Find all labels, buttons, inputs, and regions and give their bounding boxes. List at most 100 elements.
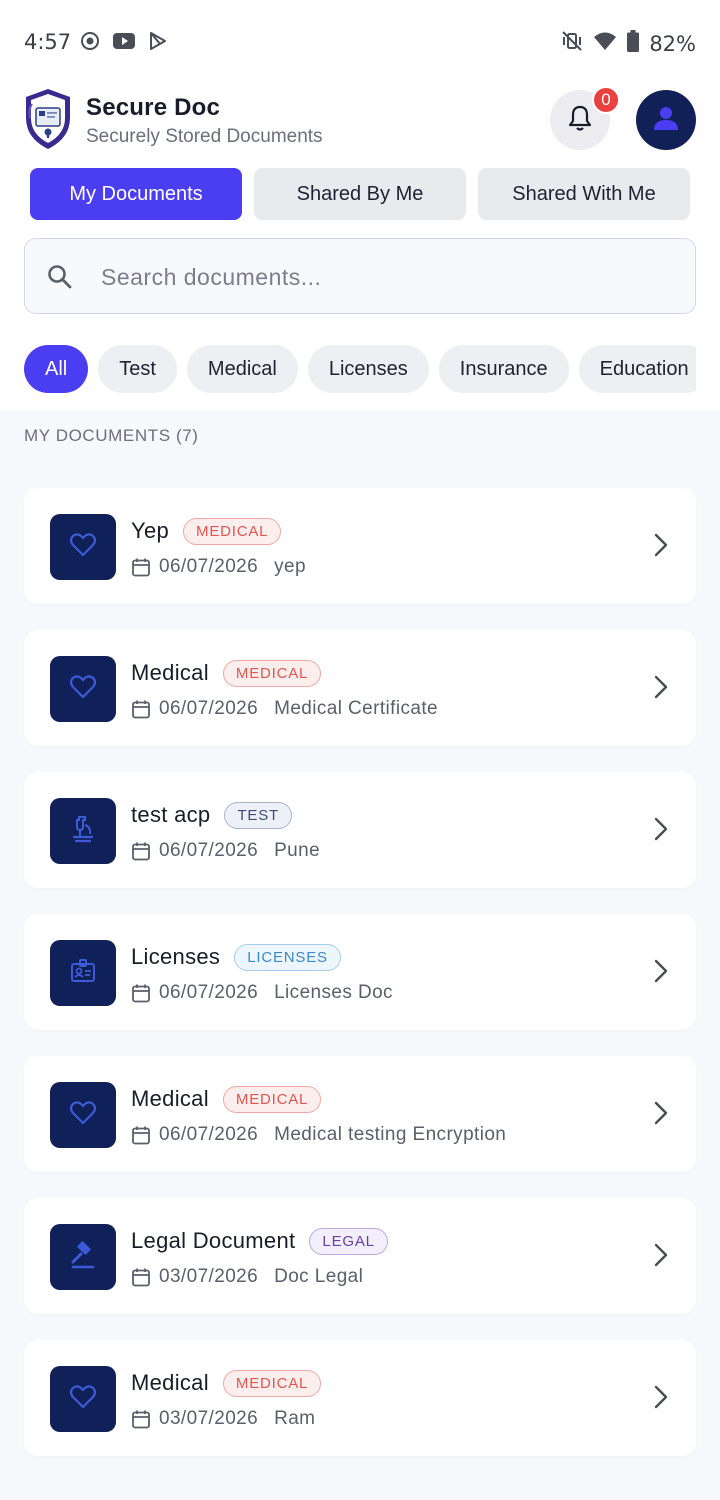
filter-chip-all[interactable]: All: [24, 345, 89, 393]
app-title: Secure Doc: [86, 94, 221, 121]
doc-description: Pune: [274, 840, 321, 861]
doc-title-row: test acp TEST: [131, 802, 292, 829]
doc-icon-tile: [50, 1366, 116, 1432]
doc-category-tag: MEDICAL: [183, 518, 282, 545]
doc-meta: 06/07/2026 Licenses Doc: [131, 982, 393, 1004]
chevron-right-icon: [654, 959, 668, 988]
doc-title-row: Licenses LICENSES: [131, 944, 341, 971]
section-title: MY DOCUMENTS (7): [24, 426, 199, 445]
app-subtitle: Securely Stored Documents: [86, 126, 323, 147]
doc-title-row: Medical MEDICAL: [131, 660, 322, 687]
doc-description: Medical Certificate: [274, 698, 438, 719]
filter-chip-medical[interactable]: Medical: [186, 345, 298, 393]
tab-my-documents[interactable]: My Documents: [30, 168, 242, 220]
doc-date: 03/07/2026: [159, 1266, 259, 1287]
doc-date: 06/07/2026: [159, 556, 259, 577]
calendar-icon: [131, 557, 151, 577]
document-card[interactable]: Legal Document LEGAL 03/07/2026 Doc Legal: [24, 1198, 696, 1314]
doc-icon-tile: [50, 1224, 116, 1290]
app-logo-shield-icon: [24, 88, 72, 150]
doc-category-tag: TEST: [224, 802, 292, 829]
doc-title: Medical: [131, 660, 209, 685]
doc-description: yep: [274, 556, 306, 577]
filter-chip-licenses[interactable]: Licenses: [307, 345, 429, 393]
doc-category-tag: LICENSES: [234, 944, 341, 971]
document-card[interactable]: Yep MEDICAL 06/07/2026 yep: [24, 488, 696, 604]
chevron-right-icon: [654, 675, 668, 704]
doc-date: 06/07/2026: [159, 698, 259, 719]
status-bar: 4:57 82%: [0, 0, 720, 86]
filter-chip-test[interactable]: Test: [98, 345, 177, 393]
doc-date: 06/07/2026: [159, 982, 259, 1003]
id-card-icon: [69, 958, 97, 989]
doc-title-row: Medical MEDICAL: [131, 1370, 322, 1397]
doc-title: Legal Document: [131, 1228, 296, 1253]
search-box: [24, 238, 696, 314]
doc-category-tag: LEGAL: [309, 1228, 388, 1255]
doc-description: Ram: [274, 1408, 316, 1429]
doc-title-row: Yep MEDICAL: [131, 518, 282, 545]
doc-category-tag: MEDICAL: [222, 1086, 322, 1113]
user-icon: [652, 104, 680, 137]
calendar-icon: [131, 699, 151, 719]
filter-chip-insurance[interactable]: Insurance: [438, 345, 569, 393]
battery-icon: [627, 30, 640, 57]
doc-meta: 06/07/2026 Medical testing Encryption: [131, 1124, 506, 1146]
chevron-right-icon: [654, 1101, 668, 1130]
doc-title: Yep: [131, 518, 170, 543]
doc-icon-tile: [50, 656, 116, 722]
document-card[interactable]: Medical MEDICAL 06/07/2026 Medical Certif…: [24, 630, 696, 746]
doc-title-row: Medical MEDICAL: [131, 1086, 322, 1113]
document-tabs: My Documents Shared By Me Shared With Me: [30, 168, 690, 220]
doc-description: Medical testing Encryption: [274, 1124, 507, 1145]
heart-icon: [69, 1384, 97, 1415]
doc-description: Licenses Doc: [274, 982, 393, 1003]
doc-icon-tile: [50, 798, 116, 864]
doc-date: 03/07/2026: [159, 1408, 259, 1429]
tab-shared-with-me[interactable]: Shared With Me: [478, 168, 690, 220]
doc-title: Medical: [131, 1086, 209, 1111]
category-filters: All Test Medical Licenses Insurance Education: [24, 345, 696, 393]
document-card[interactable]: Medical MEDICAL 03/07/2026 Ram: [24, 1340, 696, 1456]
document-list: Yep MEDICAL 06/07/2026 yep Medical MEDICAL…: [24, 488, 696, 1482]
tab-shared-by-me[interactable]: Shared By Me: [254, 168, 466, 220]
filter-chip-education[interactable]: Education: [578, 345, 696, 393]
calendar-icon: [131, 841, 151, 861]
doc-icon-tile: [50, 514, 116, 580]
play-store-icon: [148, 31, 168, 56]
mute-vibrate-icon: [561, 30, 583, 57]
search-icon: [47, 264, 73, 295]
doc-icon-tile: [50, 940, 116, 1006]
doc-meta: 06/07/2026 Pune: [131, 840, 320, 862]
search-input[interactable]: [101, 255, 661, 299]
gavel-icon: [69, 1240, 97, 1274]
notification-badge: 0: [592, 86, 620, 114]
doc-title: Licenses: [131, 944, 221, 969]
bell-icon: [567, 104, 593, 137]
calendar-icon: [131, 1125, 151, 1145]
doc-meta: 06/07/2026 Medical Certificate: [131, 698, 438, 720]
battery-percent: 82%: [649, 31, 696, 56]
status-right: 82%: [561, 30, 696, 57]
heart-icon: [69, 532, 97, 563]
profile-avatar-button[interactable]: [636, 90, 696, 150]
document-card[interactable]: test acp TEST 06/07/2026 Pune: [24, 772, 696, 888]
heart-icon: [69, 1100, 97, 1131]
doc-date: 06/07/2026: [159, 840, 259, 861]
document-card[interactable]: Licenses LICENSES 06/07/2026 Licenses Doc: [24, 914, 696, 1030]
status-time: 4:57: [24, 30, 72, 54]
doc-category-tag: MEDICAL: [222, 660, 322, 687]
doc-title: Medical: [131, 1370, 209, 1395]
doc-meta: 06/07/2026 yep: [131, 556, 306, 578]
document-card[interactable]: Medical MEDICAL 06/07/2026 Medical testin…: [24, 1056, 696, 1172]
chevron-right-icon: [654, 1243, 668, 1272]
calendar-icon: [131, 983, 151, 1003]
doc-meta: 03/07/2026 Doc Legal: [131, 1266, 363, 1288]
chevron-right-icon: [654, 533, 668, 562]
doc-description: Doc Legal: [274, 1266, 364, 1287]
microscope-icon: [70, 815, 96, 848]
chevron-right-icon: [654, 1385, 668, 1414]
chevron-right-icon: [654, 817, 668, 846]
calendar-icon: [131, 1409, 151, 1429]
doc-meta: 03/07/2026 Ram: [131, 1408, 315, 1430]
